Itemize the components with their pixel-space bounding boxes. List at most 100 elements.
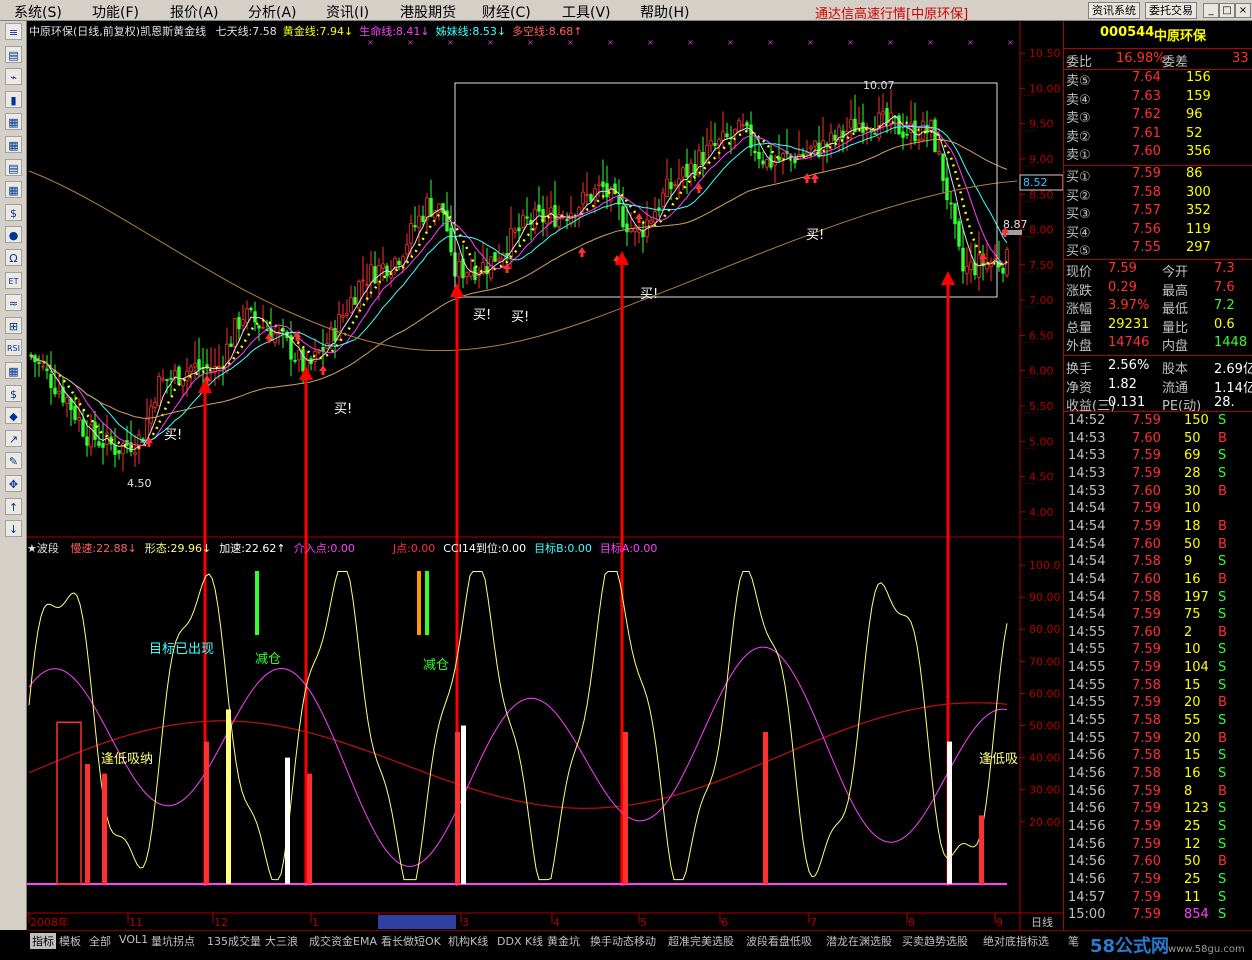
maximize-icon[interactable]: □	[1219, 3, 1235, 18]
candle	[241, 304, 245, 333]
menu-news[interactable]: 资讯(I)	[326, 2, 369, 22]
toolbar-tool-11-icon[interactable]: Ω	[5, 249, 22, 266]
buy-arrow-icon	[635, 213, 643, 223]
menu-function[interactable]: 功能(F)	[92, 2, 139, 22]
info-system-button[interactable]: 资讯系统	[1088, 2, 1140, 19]
candle	[393, 256, 397, 275]
tab-4[interactable]: VOL1	[119, 933, 148, 946]
tab-12[interactable]: 黄金坑	[547, 933, 580, 949]
trade-button[interactable]: 委托交易	[1145, 2, 1197, 19]
toolbar-tool-9-icon[interactable]: $	[5, 203, 22, 221]
chart-svg[interactable]: 10.5010.009.509.008.508.007.507.006.506.…	[27, 21, 1063, 930]
candle	[257, 324, 261, 342]
toolbar-tool-3-icon[interactable]: ⌁	[5, 68, 22, 86]
toolbar-tool-12-icon[interactable]: ET	[5, 271, 22, 289]
menu-hk-futures[interactable]: 港股期货	[400, 2, 456, 22]
tick-time: 14:56	[1068, 818, 1106, 834]
wc-value: 33	[1232, 51, 1249, 66]
toolbar-tool-8-icon[interactable]: ▦	[5, 181, 22, 199]
osc-signal-bar	[417, 571, 421, 635]
stat-value: 2.69亿	[1214, 362, 1252, 377]
toolbar-tool-23-icon[interactable]: ↓	[5, 520, 22, 538]
tab-8[interactable]: 成交资金EMA	[309, 933, 377, 949]
toolbar-tool-2-icon[interactable]: ▤	[5, 45, 22, 63]
wb-row: 委比 16.98% 委差 33	[1064, 51, 1252, 70]
ask-volume: 52	[1186, 125, 1203, 141]
candle	[149, 399, 153, 432]
toolbar-tool-13-icon[interactable]: ≈	[5, 294, 22, 312]
toolbar-tool-21-icon[interactable]: ✥	[5, 475, 22, 492]
toolbar-tool-1-icon[interactable]: ≡	[5, 23, 22, 40]
candle	[425, 192, 429, 233]
tick-row: 14:56 7.59 25 S	[1064, 872, 1252, 890]
toolbar-tool-18-icon[interactable]: ◆	[5, 407, 22, 425]
toolbar-tool-7-icon[interactable]: ▤	[5, 158, 22, 176]
tab-2[interactable]: 模板	[59, 933, 81, 949]
bottom-tabs: 指标 模板 全部 VOL1 量坑拐点 135成交量 大三浪 成交资金EMA 看长做短OK 机构K线…	[27, 930, 1252, 960]
toolbar-tool-14-icon[interactable]: ⊞	[5, 316, 22, 334]
price-y-tick-label: 5.50	[1029, 400, 1054, 413]
tick-volume: 2	[1184, 624, 1193, 640]
chart-area[interactable]: 10.50 10.00 9.50 9.00 8.50 8.00 7.50 7.00 6.50 6.…	[27, 21, 1063, 930]
tab-14[interactable]: 超准完美选股	[668, 933, 734, 949]
tick-side: B	[1218, 730, 1227, 746]
tab-9[interactable]: 看长做短OK	[381, 933, 441, 949]
close-icon[interactable]: ×	[1235, 3, 1251, 18]
tick-row: 14:55 7.59 20 B	[1064, 695, 1252, 713]
minimize-icon[interactable]: _	[1203, 3, 1219, 18]
watermark-url: www.58gu.com	[1168, 944, 1245, 955]
tick-price: 7.59	[1132, 730, 1161, 746]
tab-5[interactable]: 量坑拐点	[151, 933, 195, 949]
osc-chart-title: ★波段	[27, 542, 59, 555]
tick-side: S	[1218, 607, 1227, 623]
toolbar-tool-19-icon[interactable]: ↗	[5, 429, 22, 447]
tab-3[interactable]: 全部	[89, 933, 111, 949]
tab-15[interactable]: 波段看盘低吸	[746, 933, 812, 949]
bid-label: 买①	[1066, 170, 1091, 185]
tab-1[interactable]: 指标	[30, 933, 56, 949]
tab-19[interactable]: 笔	[1068, 933, 1079, 949]
menu-help[interactable]: 帮助(H)	[640, 2, 689, 22]
toolbar-tool-20-icon[interactable]: ✎	[5, 452, 22, 470]
menu-quote[interactable]: 报价(A)	[170, 2, 219, 22]
tick-time: 14:55	[1068, 677, 1106, 693]
toolbar-tool-17-icon[interactable]: $	[5, 384, 22, 402]
menu-tools[interactable]: 工具(V)	[562, 2, 611, 22]
candle	[941, 153, 945, 193]
tick-price: 7.59	[1132, 413, 1161, 428]
candle	[429, 179, 433, 218]
tab-17[interactable]: 买卖趋势选股	[902, 933, 968, 949]
candle	[45, 355, 49, 380]
toolbar-tool-5-icon[interactable]: ▦	[5, 113, 22, 131]
tick-row: 14:54 7.59 18 B	[1064, 519, 1252, 537]
candle	[933, 117, 937, 153]
menu-finance[interactable]: 财经(C)	[482, 2, 531, 22]
toolbar-tool-6-icon[interactable]: ▦	[5, 136, 22, 153]
candle	[397, 257, 401, 271]
osc-indicator-value-6: CCI14到位:0.00	[443, 542, 527, 555]
osc-bar	[307, 773, 312, 884]
tab-7[interactable]: 大三浪	[265, 933, 298, 949]
toolbar-tool-22-icon[interactable]: ↑	[5, 497, 22, 515]
tick-price: 7.58	[1132, 589, 1161, 605]
menu-system[interactable]: 系统(S)	[14, 2, 62, 22]
tick-time: 14:52	[1068, 413, 1106, 428]
toolbar-tool-10-icon[interactable]: ●	[5, 226, 22, 244]
tab-11[interactable]: DDX K线	[497, 933, 543, 949]
candle	[977, 231, 981, 291]
toolbar-tool-16-icon[interactable]: ▦	[5, 362, 22, 379]
menu-analysis[interactable]: 分析(A)	[248, 2, 297, 22]
period-label: 日线	[1031, 915, 1053, 929]
tab-6[interactable]: 135成交量	[207, 933, 261, 949]
tab-18[interactable]: 绝对底指标选	[983, 933, 1049, 949]
stock-code: 000544	[1100, 25, 1155, 40]
stat-value: 0.6	[1214, 316, 1235, 332]
tick-time: 14:56	[1068, 783, 1106, 799]
candle	[521, 209, 525, 231]
toolbar-tool-4-icon[interactable]: ▮	[5, 90, 22, 108]
tab-10[interactable]: 机构K线	[448, 933, 488, 949]
toolbar-tool-15-icon[interactable]: RSI	[5, 339, 22, 357]
tab-16[interactable]: 潜龙在渊选股	[826, 933, 892, 949]
tab-13[interactable]: 换手动态移动	[590, 933, 656, 949]
tick-side: S	[1218, 660, 1227, 676]
